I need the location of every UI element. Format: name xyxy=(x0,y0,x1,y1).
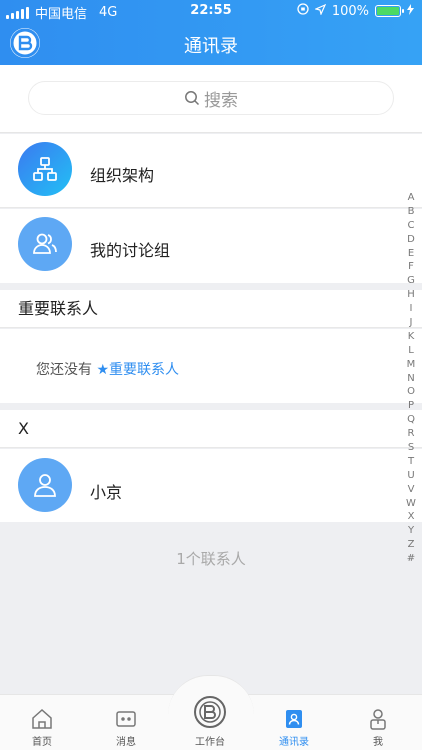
contact-row[interactable]: 小京 xyxy=(0,449,422,522)
index-letter[interactable]: L xyxy=(408,344,414,358)
tab-contacts[interactable]: 通讯录 xyxy=(252,695,336,750)
index-letter[interactable]: F xyxy=(408,260,414,274)
nav-bar: 通讯录 xyxy=(0,22,422,65)
battery-percent: 100% xyxy=(331,3,369,19)
section-header-x: X xyxy=(0,410,422,448)
index-letter[interactable]: V xyxy=(408,483,415,497)
index-letter[interactable]: E xyxy=(408,247,414,261)
search-placeholder: 搜索 xyxy=(204,90,238,111)
index-letter[interactable]: R xyxy=(408,427,415,441)
user-avatar-icon xyxy=(18,458,72,512)
search-input[interactable]: 搜索 xyxy=(28,81,394,115)
index-letter[interactable]: J xyxy=(410,316,413,330)
index-letter[interactable]: K xyxy=(408,330,415,344)
search-icon xyxy=(185,91,200,106)
index-letter[interactable]: X xyxy=(408,510,415,524)
menu-item-label: 组织架构 xyxy=(90,166,155,185)
index-letter[interactable]: U xyxy=(407,469,414,483)
workbench-icon xyxy=(194,696,226,728)
index-letter[interactable]: P xyxy=(408,399,414,413)
index-letter[interactable]: S xyxy=(408,441,414,455)
tab-messages[interactable]: 消息 xyxy=(84,695,168,750)
index-letter[interactable]: Q xyxy=(407,413,415,427)
charging-icon xyxy=(407,3,414,19)
index-letter[interactable]: I xyxy=(410,302,413,316)
menu-item-org[interactable]: 组织架构 xyxy=(0,134,422,208)
tab-home[interactable]: 首页 xyxy=(0,695,84,750)
index-letter[interactable]: Y xyxy=(408,524,414,538)
tab-me[interactable]: 我 xyxy=(336,695,420,750)
org-chart-icon xyxy=(18,142,72,196)
index-letter[interactable]: C xyxy=(408,219,415,233)
status-bar: 中国电信 4G 22:55 100% xyxy=(0,0,422,22)
index-letter[interactable]: W xyxy=(406,497,416,511)
battery-icon xyxy=(375,5,404,17)
index-letter[interactable]: G xyxy=(407,274,415,288)
index-letter[interactable]: B xyxy=(408,205,415,219)
index-letter[interactable]: D xyxy=(407,233,415,247)
contact-count: 1个联系人 xyxy=(176,550,246,568)
empty-text: 您还没有 ★重要联系人 xyxy=(36,362,180,378)
status-right: 100% xyxy=(297,3,414,19)
index-letter[interactable]: Z xyxy=(408,538,415,552)
index-letter[interactable]: O xyxy=(407,385,415,399)
menu-item-groups[interactable]: 我的讨论组 xyxy=(0,209,422,283)
search-area: 搜索 xyxy=(0,65,422,133)
tab-bar: 首页 消息 工作台 通讯录 我 xyxy=(0,675,422,750)
menu-item-label: 我的讨论组 xyxy=(90,241,171,260)
add-important-contact-link[interactable]: ★重要联系人 xyxy=(96,362,179,378)
alphabet-index[interactable]: A B C D E F G H I J K L M N O P Q R S T U V W X Y Z # xyxy=(404,191,418,566)
contact-name: 小京 xyxy=(90,483,123,502)
index-letter[interactable]: A xyxy=(408,191,415,205)
index-letter[interactable]: H xyxy=(407,288,415,302)
important-empty-state: 您还没有 ★重要联系人 xyxy=(0,329,422,403)
contacts-icon xyxy=(286,710,302,728)
location-icon xyxy=(313,3,327,19)
page-title: 通讯录 xyxy=(184,36,238,57)
index-letter[interactable]: N xyxy=(407,372,414,386)
rotation-lock-icon xyxy=(297,3,309,19)
group-icon xyxy=(18,217,72,271)
section-header-important: 重要联系人 xyxy=(0,290,422,328)
message-icon xyxy=(116,711,136,727)
tab-workbench[interactable]: 工作台 xyxy=(168,695,252,750)
home-icon xyxy=(32,708,52,729)
header: 中国电信 4G 22:55 100% 通讯录 xyxy=(0,0,422,65)
index-letter[interactable]: # xyxy=(407,552,415,566)
index-letter[interactable]: M xyxy=(407,358,416,372)
profile-icon xyxy=(370,709,386,730)
index-letter[interactable]: T xyxy=(408,455,414,469)
